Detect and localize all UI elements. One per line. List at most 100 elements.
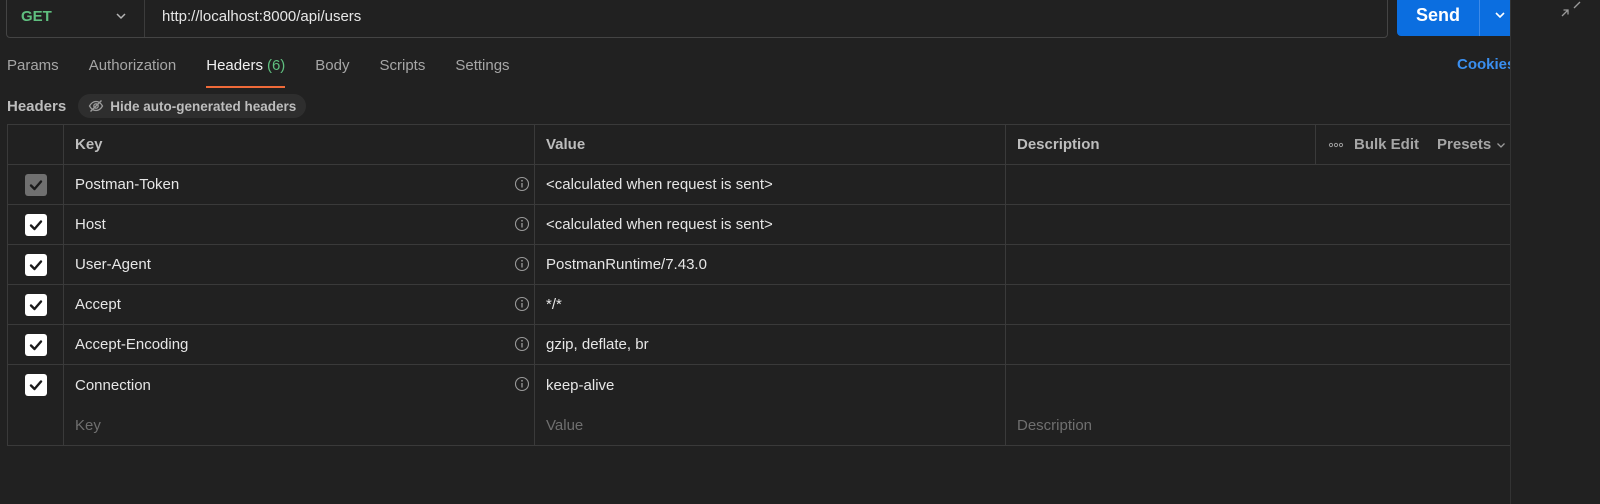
tab-label: Scripts [379, 57, 426, 74]
description-header-label: Description [1017, 136, 1100, 153]
tab-authorization[interactable]: Authorization [89, 54, 177, 88]
header-key: Postman-Token [75, 176, 180, 193]
header-value: */* [546, 296, 562, 313]
send-button[interactable]: Send [1397, 0, 1479, 36]
checkbox-cell [8, 245, 64, 284]
headers-subbar: Headers Hide auto-generated headers [7, 94, 307, 118]
header-enabled-checkbox[interactable] [24, 213, 47, 236]
check-icon [29, 259, 42, 270]
header-key: Connection [75, 376, 151, 394]
header-value: <calculated when request is sent> [546, 176, 773, 193]
headers-table: Key Value Description Bulk Edit Presets [7, 124, 1519, 446]
collapse-icon[interactable] [1560, 0, 1582, 18]
header-key: Host [75, 216, 106, 233]
chevron-down-icon [116, 13, 126, 20]
headers-count: (6) [266, 57, 286, 74]
chevron-down-icon [1497, 142, 1506, 148]
new-header-row: Key Value Description [8, 405, 1518, 445]
header-value-cell[interactable]: PostmanRuntime/7.43.0 [535, 245, 1006, 284]
header-description-cell[interactable] [1006, 365, 1518, 405]
hide-auto-headers-button[interactable]: Hide auto-generated headers [78, 94, 307, 118]
table-row: Connection keep-alive [8, 365, 1518, 405]
header-key-cell[interactable]: Accept-Encoding [64, 325, 535, 364]
header-rows: Postman-Token <calculated when request is… [8, 165, 1518, 405]
info-icon[interactable] [514, 256, 530, 272]
header-description-cell[interactable] [1006, 165, 1518, 204]
presets-dropdown[interactable]: Presets [1437, 136, 1507, 153]
info-icon[interactable] [514, 376, 530, 392]
header-enabled-checkbox[interactable] [24, 293, 47, 316]
header-description-cell[interactable] [1006, 285, 1518, 324]
header-enabled-checkbox[interactable] [24, 253, 47, 276]
empty-checkbox-cell [8, 405, 64, 445]
header-key-cell[interactable]: Host [64, 205, 535, 244]
header-value-cell[interactable]: keep-alive [535, 365, 1006, 405]
tab-label: Settings [455, 57, 510, 74]
new-description-input[interactable]: Description [1006, 405, 1518, 445]
check-icon [29, 380, 42, 391]
value-column-header: Value [535, 125, 1006, 164]
check-icon [29, 179, 42, 190]
send-button-group: Send [1397, 0, 1519, 36]
checkbox-cell [8, 365, 64, 405]
chevron-down-icon [1494, 12, 1505, 19]
tab-params[interactable]: Params [7, 54, 59, 88]
method-label: GET [21, 7, 52, 25]
table-header-row: Key Value Description Bulk Edit Presets [8, 125, 1518, 165]
header-description-cell[interactable] [1006, 245, 1518, 284]
info-icon[interactable] [514, 296, 530, 312]
header-enabled-checkbox [24, 173, 47, 196]
header-key-cell[interactable]: Postman-Token [64, 165, 535, 204]
info-icon[interactable] [514, 176, 530, 192]
tab-label: Params [7, 57, 59, 74]
table-row: Host <calculated when request is sent> [8, 205, 1518, 245]
more-options-icon[interactable] [1328, 137, 1344, 153]
url-input[interactable] [145, 0, 1387, 37]
header-enabled-checkbox[interactable] [24, 333, 47, 356]
checkbox-column-header [8, 125, 64, 164]
header-value: keep-alive [546, 376, 615, 394]
header-key: Accept [75, 296, 121, 313]
header-value: PostmanRuntime/7.43.0 [546, 256, 707, 273]
info-icon[interactable] [514, 216, 530, 232]
tab-scripts[interactable]: Scripts [380, 54, 426, 88]
check-icon [29, 299, 42, 310]
check-icon [29, 339, 42, 350]
header-value-cell[interactable]: <calculated when request is sent> [535, 165, 1006, 204]
header-description-cell[interactable] [1006, 205, 1518, 244]
header-value-cell[interactable]: */* [535, 285, 1006, 324]
checkbox-cell [8, 165, 64, 204]
presets-label: Presets [1437, 136, 1492, 153]
description-column-header: Description Bulk Edit Presets [1006, 125, 1518, 164]
header-key: User-Agent [75, 256, 151, 273]
header-key-cell[interactable]: User-Agent [64, 245, 535, 284]
table-tools: Bulk Edit Presets [1315, 125, 1518, 164]
right-sidebar [1510, 0, 1600, 504]
table-row: User-Agent PostmanRuntime/7.43.0 [8, 245, 1518, 285]
new-key-input[interactable]: Key [64, 405, 535, 445]
method-select[interactable]: GET [7, 0, 145, 37]
new-value-input[interactable]: Value [535, 405, 1006, 445]
checkbox-cell [8, 205, 64, 244]
header-description-cell[interactable] [1006, 325, 1518, 364]
tab-body[interactable]: Body [315, 54, 349, 88]
tab-label: Body [315, 57, 350, 74]
header-key: Accept-Encoding [75, 336, 189, 353]
tab-settings[interactable]: Settings [455, 54, 509, 88]
header-enabled-checkbox[interactable] [24, 374, 47, 396]
tab-headers[interactable]: Headers (6) [206, 54, 286, 88]
headers-section-title: Headers [7, 97, 67, 115]
key-column-header: Key [64, 125, 535, 164]
header-value-cell[interactable]: gzip, deflate, br [535, 325, 1006, 364]
check-icon [29, 219, 42, 230]
table-row: Accept */* [8, 285, 1518, 325]
cookies-link[interactable]: Cookies [1457, 56, 1515, 73]
header-value-cell[interactable]: <calculated when request is sent> [535, 205, 1006, 244]
header-key-cell[interactable]: Accept [64, 285, 535, 324]
header-key-cell[interactable]: Connection [64, 365, 535, 405]
tab-label: Authorization [88, 57, 177, 74]
request-tabs: Params Authorization Headers (6) Body Scr… [7, 54, 540, 88]
eye-off-icon [88, 100, 104, 112]
bulk-edit-button[interactable]: Bulk Edit [1354, 136, 1419, 153]
info-icon[interactable] [514, 336, 530, 352]
